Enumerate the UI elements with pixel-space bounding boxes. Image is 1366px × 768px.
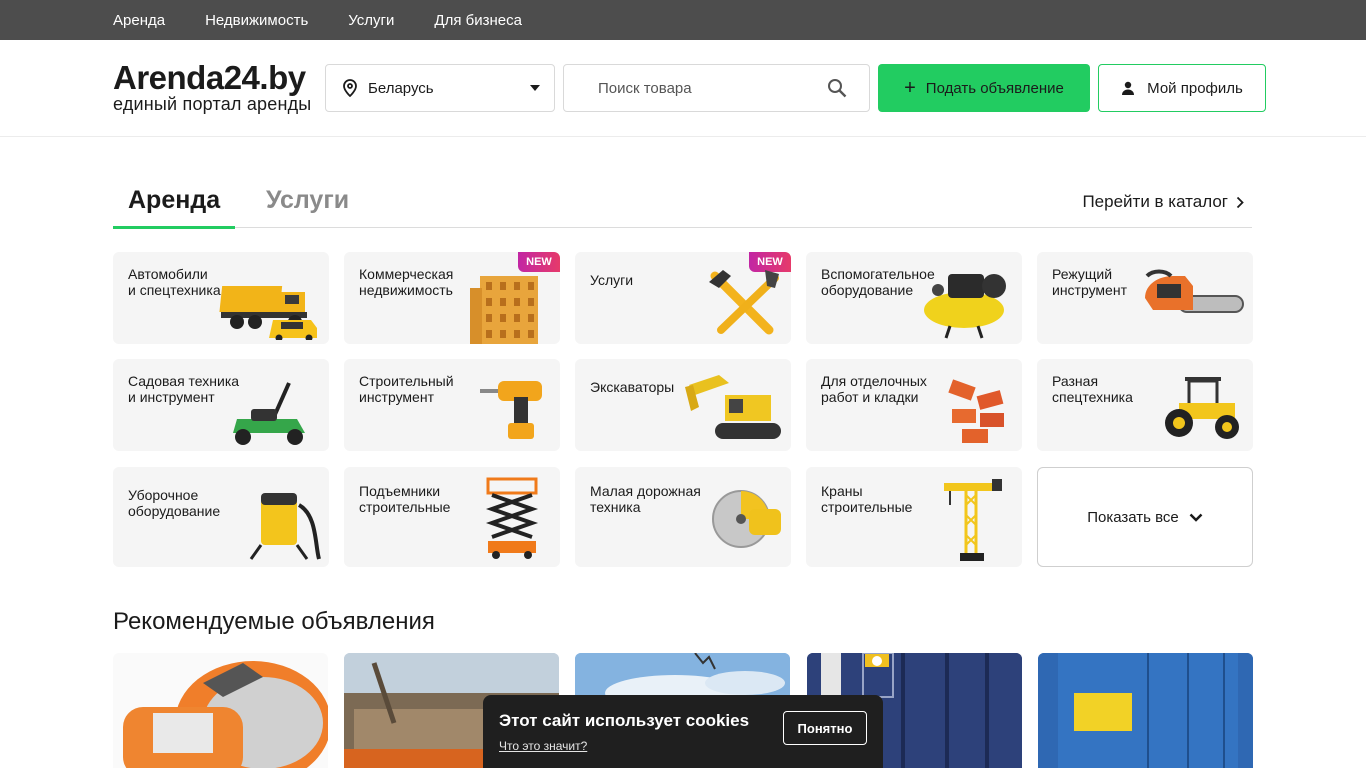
- tools-icon: [709, 270, 779, 335]
- listing-card-blue-container[interactable]: [1038, 653, 1253, 768]
- user-icon: [1122, 81, 1135, 95]
- category-card-cranes[interactable]: Краны строительные: [806, 467, 1022, 567]
- category-card-auxiliary[interactable]: Вспомогательное оборудование: [806, 252, 1022, 344]
- chevron-down-icon: [530, 85, 540, 91]
- dump-truck-icon: [219, 286, 317, 340]
- compressor-icon: [924, 274, 1006, 339]
- cookie-title: Этот сайт использует cookies: [499, 711, 750, 730]
- drill-icon: [480, 381, 542, 439]
- category-label: Вспомогательное оборудование: [821, 266, 935, 298]
- category-card-lifts[interactable]: Подъемники строительные: [344, 467, 560, 567]
- category-label: Коммерческая недвижимость: [359, 266, 454, 298]
- building-icon: [470, 276, 538, 344]
- chevron-right-icon: [1236, 196, 1244, 208]
- header: Arenda24.by единый портал аренды Беларус…: [0, 40, 1366, 137]
- tractor-icon: [1165, 377, 1239, 439]
- category-label: Разная спецтехника: [1052, 373, 1133, 405]
- logo-subtitle: единый портал аренды: [113, 94, 312, 114]
- category-label: Краны строительные: [821, 483, 913, 515]
- top-nav-services[interactable]: Услуги: [348, 12, 394, 29]
- bricks-icon: [948, 379, 1004, 443]
- catalog-link[interactable]: Перейти в каталог: [1082, 192, 1244, 212]
- category-card-cleaning[interactable]: Уборочное оборудование: [113, 467, 329, 567]
- show-all-label: Показать все: [1087, 508, 1179, 526]
- cookie-accept-button[interactable]: Понятно: [783, 711, 867, 745]
- category-card-finishing[interactable]: Для отделочных работ и кладки: [806, 359, 1022, 451]
- category-label: Режущий инструмент: [1052, 266, 1127, 298]
- category-label: Услуги: [590, 272, 634, 288]
- logo[interactable]: Arenda24.by единый портал аренды: [113, 59, 325, 114]
- profile-label: Мой профиль: [1147, 79, 1243, 97]
- search-input[interactable]: [598, 79, 827, 97]
- category-card-commercial-realty[interactable]: Коммерческая недвижимость NEW: [344, 252, 560, 344]
- tab-active-indicator: [113, 226, 235, 229]
- chevron-down-icon: [1189, 513, 1203, 522]
- category-label: Для отделочных работ и кладки: [821, 373, 927, 405]
- category-label: Малая дорожная техника: [590, 483, 701, 515]
- category-card-road[interactable]: Малая дорожная техника: [575, 467, 791, 567]
- blue-container-photo: [1038, 653, 1253, 768]
- top-nav-rent[interactable]: Аренда: [113, 12, 165, 29]
- category-label: Подъемники строительные: [359, 483, 451, 515]
- tab-rent[interactable]: Аренда: [128, 186, 220, 215]
- post-ad-button[interactable]: + Подать объявление: [878, 64, 1090, 112]
- tab-services[interactable]: Услуги: [266, 186, 349, 215]
- cutoff-saw-icon: [712, 490, 781, 548]
- category-card-garden[interactable]: Садовая техника и инструмент: [113, 359, 329, 451]
- top-nav: Аренда Недвижимость Услуги Для бизнеса: [0, 0, 1366, 40]
- category-card-excavators[interactable]: Экскаваторы: [575, 359, 791, 451]
- region-select[interactable]: Беларусь: [325, 64, 555, 112]
- excavator-icon: [685, 375, 781, 439]
- category-card-services[interactable]: Услуги NEW: [575, 252, 791, 344]
- search-box: [563, 64, 870, 112]
- scissor-lift-icon: [485, 477, 539, 559]
- crane-icon: [944, 479, 1002, 561]
- post-ad-label: Подать объявление: [925, 79, 1064, 97]
- vacuum-icon: [249, 493, 321, 560]
- category-card-construction-tools[interactable]: Строительный инструмент: [344, 359, 560, 451]
- category-label: Экскаваторы: [590, 379, 675, 395]
- category-tabs: Аренда Услуги Перейти в каталог: [113, 180, 1252, 229]
- category-label: Строительный инструмент: [359, 373, 454, 405]
- location-pin-icon: [343, 79, 357, 97]
- search-icon[interactable]: [827, 78, 847, 98]
- profile-button[interactable]: Мой профиль: [1098, 64, 1266, 112]
- cutoff-saw-photo: [123, 661, 328, 768]
- plus-icon: +: [904, 76, 916, 99]
- category-card-vehicles[interactable]: Автомобили и спецтехника: [113, 252, 329, 344]
- recommended-title: Рекомендуемые объявления: [113, 608, 435, 635]
- category-label: Уборочное оборудование: [128, 487, 221, 519]
- category-card-special-machinery[interactable]: Разная спецтехника: [1037, 359, 1253, 451]
- listing-card-cutoff-saw[interactable]: [113, 653, 328, 768]
- logo-title: Arenda24.by: [113, 59, 306, 96]
- top-nav-business[interactable]: Для бизнеса: [434, 12, 522, 29]
- chainsaw-icon: [1145, 269, 1244, 313]
- category-label: Садовая техника и инструмент: [128, 373, 240, 405]
- top-nav-realty[interactable]: Недвижимость: [205, 12, 308, 29]
- region-value: Беларусь: [368, 79, 434, 97]
- category-label: Автомобили и спецтехника: [128, 266, 221, 298]
- catalog-link-label: Перейти в каталог: [1082, 192, 1228, 211]
- cookie-banner: Этот сайт использует cookies Что это зна…: [483, 695, 883, 768]
- lawn-mower-icon: [233, 382, 305, 445]
- cookie-info-link[interactable]: Что это значит?: [499, 739, 587, 753]
- show-all-button[interactable]: Показать все: [1037, 467, 1253, 567]
- category-card-cutting[interactable]: Режущий инструмент: [1037, 252, 1253, 344]
